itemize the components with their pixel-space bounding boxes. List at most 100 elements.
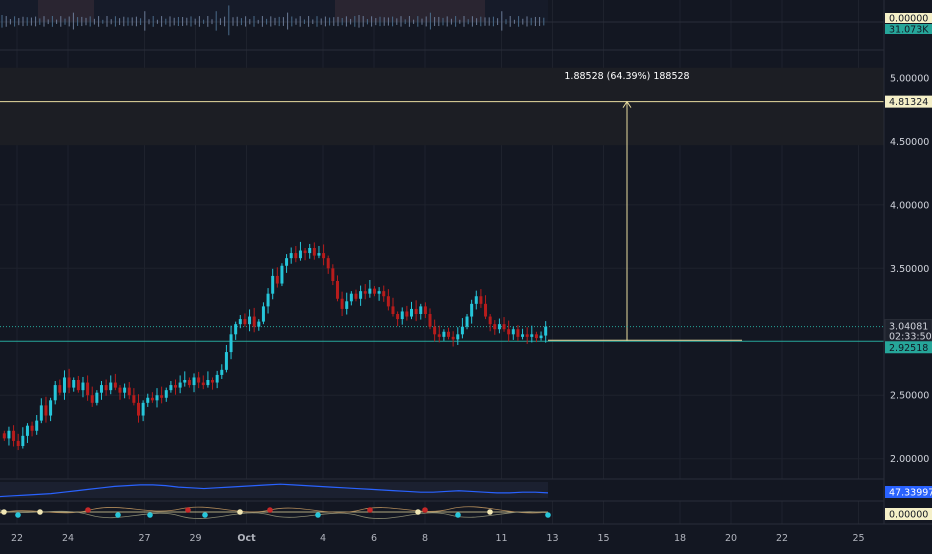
candle-body — [484, 303, 488, 317]
candle-body — [30, 425, 34, 431]
time-tick-label: Oct — [237, 533, 256, 544]
candle-body — [497, 324, 501, 330]
candle-body — [363, 291, 367, 294]
measure-zone — [0, 67, 884, 146]
candle-body — [354, 293, 358, 299]
candle-body — [90, 395, 94, 403]
candle-body — [317, 253, 321, 256]
candle-body — [187, 380, 191, 386]
candle-body — [502, 324, 506, 330]
time-tick-label: 4 — [320, 533, 326, 544]
time-tick-label: 24 — [62, 533, 74, 544]
candle-body — [474, 296, 478, 304]
top-value-tag: 0.00000 — [889, 14, 928, 25]
candle-body — [25, 425, 29, 436]
volume-strip-band — [335, 0, 485, 22]
candle-body — [67, 377, 71, 388]
candle-body — [428, 314, 432, 327]
dots-marker — [1, 509, 7, 515]
candle-body — [331, 268, 335, 281]
candle-body — [280, 265, 284, 284]
candle-body — [488, 316, 492, 325]
candle-body — [243, 319, 247, 325]
candle-body — [308, 248, 312, 254]
candle-body — [12, 430, 16, 441]
candle-body — [433, 326, 437, 335]
measure-label: 1.88528 (64.39%) 188528 — [564, 71, 689, 82]
candle-body — [289, 253, 293, 259]
time-tick-label: 8 — [422, 533, 428, 544]
candle-body — [368, 288, 372, 294]
candle-body — [479, 296, 483, 304]
candle-body — [266, 293, 270, 307]
candle-body — [359, 291, 363, 299]
candle-body — [525, 334, 529, 337]
candle-body — [234, 324, 238, 335]
candle-body — [447, 331, 451, 337]
time-tick-label: 22 — [776, 533, 788, 544]
candle-body — [95, 392, 99, 403]
candle-body — [7, 430, 11, 439]
oscillator-value-tag: 47.33997 — [889, 488, 932, 499]
time-tick-label: 13 — [546, 533, 558, 544]
dots-value-tag: 0.00000 — [889, 510, 928, 521]
candle-body — [257, 321, 261, 327]
candle-body — [127, 387, 131, 396]
candle-body — [275, 275, 279, 284]
candle-body — [349, 293, 353, 302]
price-tick-label: 4.50000 — [890, 137, 929, 148]
candle-body — [521, 334, 525, 337]
candle-body — [261, 306, 265, 322]
candle-body — [155, 395, 159, 401]
candle-body — [72, 380, 76, 388]
candle-body — [252, 316, 256, 327]
candle-body — [146, 397, 150, 403]
candle-body — [271, 275, 275, 294]
candle-body — [44, 405, 48, 416]
dots-marker — [15, 512, 21, 518]
candle-body — [303, 250, 307, 254]
oscillator-pane — [0, 478, 884, 502]
candle-body — [372, 288, 376, 294]
candle-body — [470, 303, 474, 317]
candle-body — [386, 296, 390, 307]
price-tick-label: 5.00000 — [890, 73, 929, 84]
candle-body — [340, 298, 344, 309]
time-tick-label: 25 — [852, 533, 864, 544]
candle-body — [169, 385, 173, 391]
candle-body — [35, 420, 39, 431]
candle-body — [58, 385, 62, 393]
candle-body — [118, 387, 122, 393]
candle-body — [99, 385, 103, 393]
candle-body — [516, 329, 520, 337]
candle-body — [423, 306, 427, 314]
candle-body — [345, 301, 349, 309]
chart-canvas[interactable]: 1.88528 (64.39%) 188528 5.00000 4.50000 4.… — [0, 0, 932, 550]
dots-marker — [37, 509, 43, 515]
measure-target-tag: 4.81324 — [889, 97, 928, 108]
candlestick-chart[interactable]: 1.88528 (64.39%) 188528 5.00000 4.50000 4.… — [0, 0, 932, 550]
candle-body — [511, 329, 515, 335]
volume-value-tag: 31.073K — [889, 25, 929, 36]
candle-body — [451, 336, 455, 340]
candle-body — [160, 395, 164, 398]
candle-body — [104, 385, 108, 391]
candle-body — [2, 433, 6, 439]
countdown-tag: 02:33:50 — [889, 332, 932, 343]
candle-body — [335, 281, 339, 299]
candle-body — [534, 334, 538, 339]
candle-body — [326, 258, 330, 269]
candle-body — [81, 382, 85, 391]
price-tick-label: 2.50000 — [890, 391, 929, 402]
candle-body — [183, 380, 187, 383]
candle-body — [229, 334, 233, 353]
candle-body — [382, 291, 386, 297]
candle-body — [21, 435, 25, 446]
candle-body — [16, 440, 20, 446]
price-tick-label: 2.00000 — [890, 454, 929, 465]
candle-body — [49, 400, 53, 416]
candle-body — [220, 369, 224, 375]
time-tick-label: 22 — [11, 533, 23, 544]
candle-body — [215, 374, 219, 383]
candle-body — [437, 334, 441, 337]
